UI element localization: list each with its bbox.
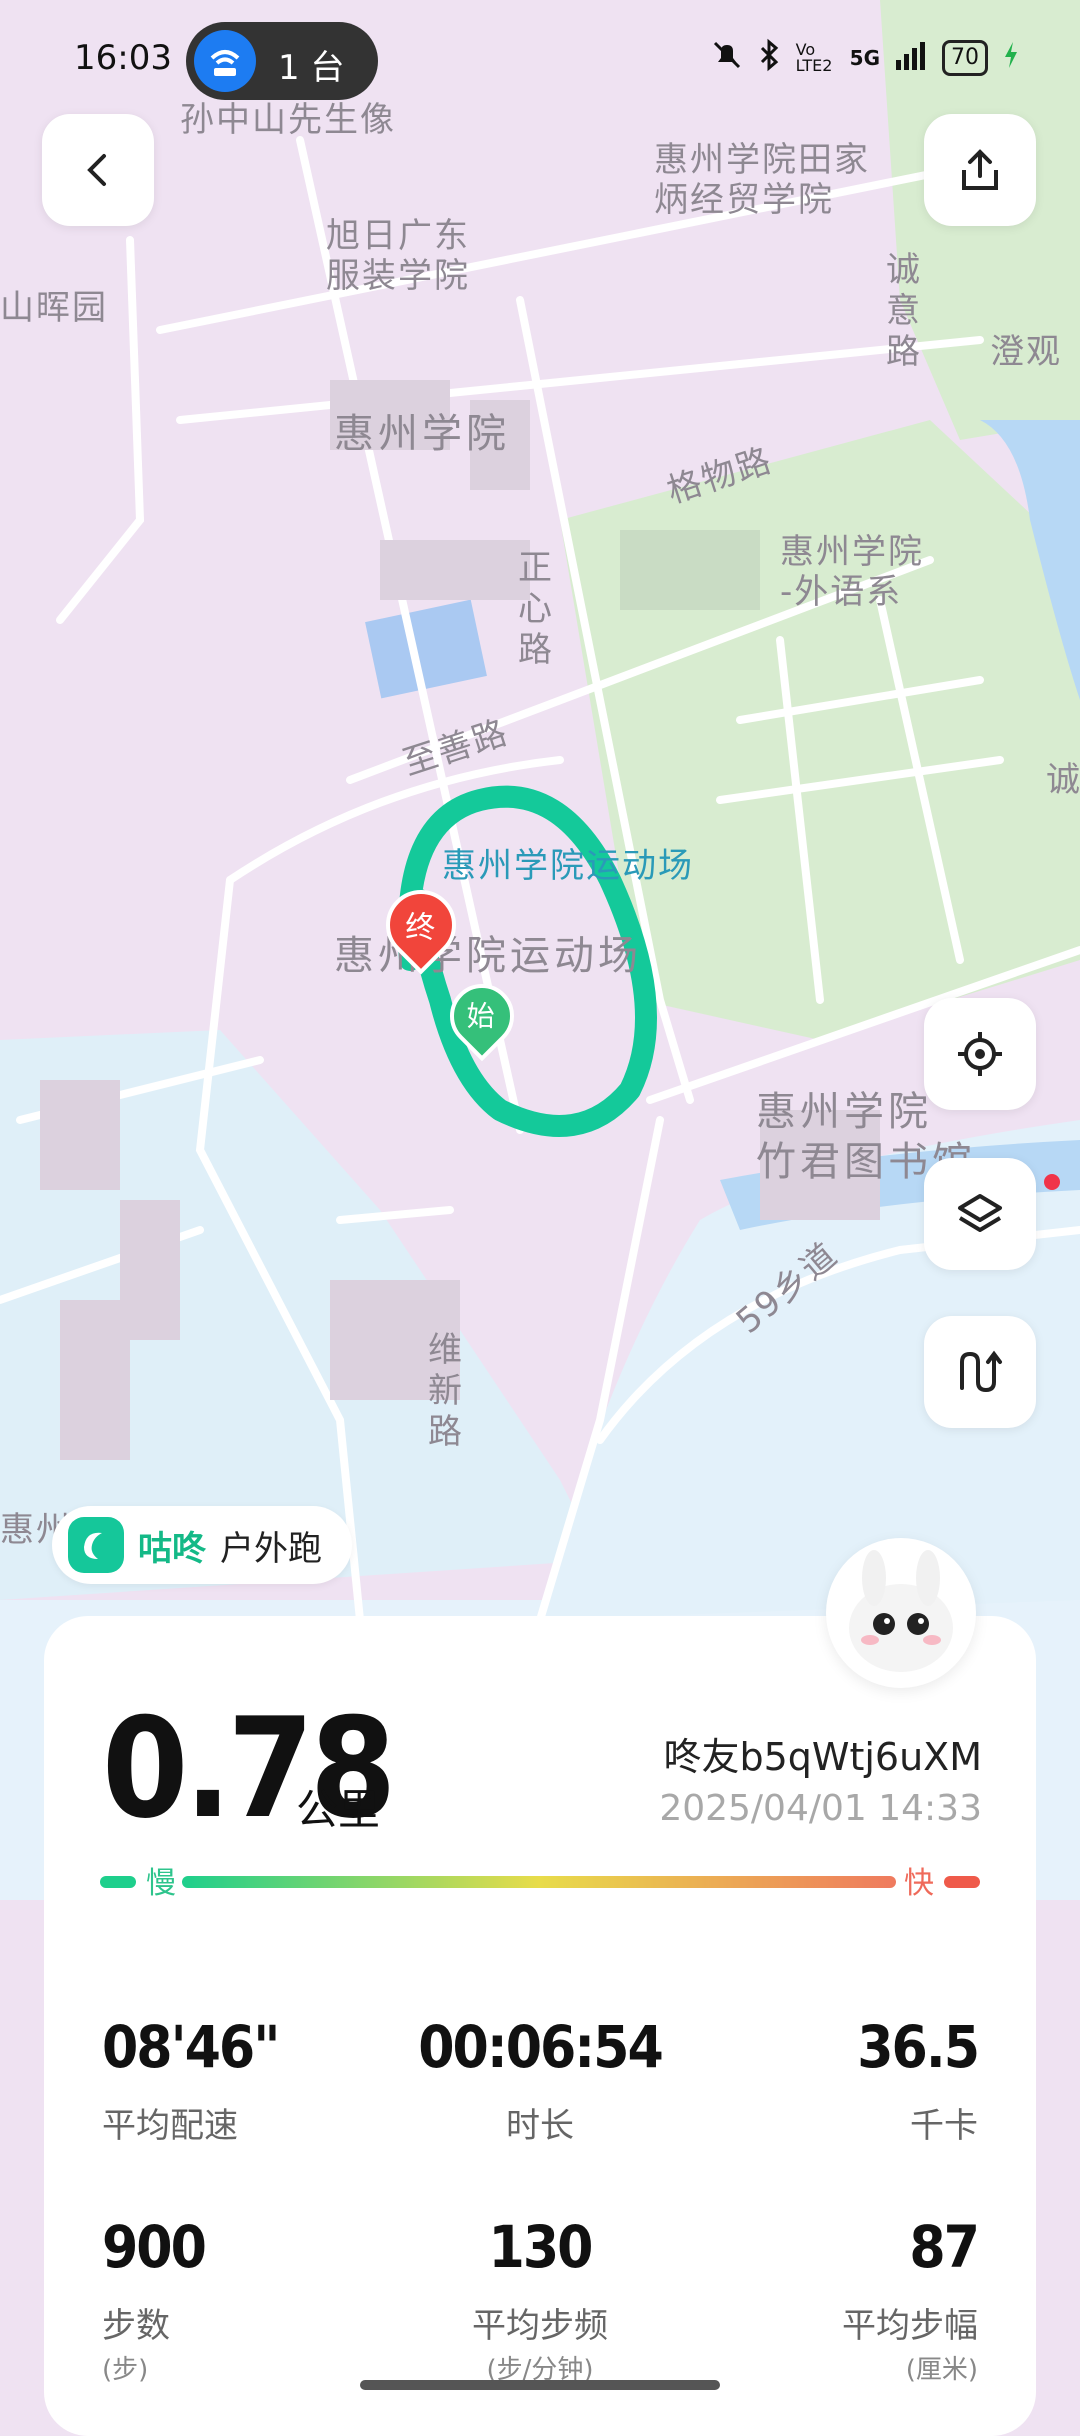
route-wave-icon [960,1350,1002,1393]
stat-duration: 00:06:54 时长 [390,2018,690,2147]
stat-label: 千卡 [910,2106,978,2146]
locate-button[interactable] [924,998,1036,1110]
map-label-weixin-road: 维新路 [428,1330,464,1452]
map-label-cheng-edge: 诚 [1046,760,1080,800]
stat-value: 36.5 [857,2013,980,2081]
stat-stride: 87 平均步幅 (厘米) [678,2213,980,2386]
pace-gradient-bar [182,1876,896,1888]
stat-label: 时长 [506,2106,574,2146]
signal-icon [894,40,928,77]
hotspot-count: 1 台 [278,48,345,88]
map-label-chengyi-road: 诚意路 [886,250,922,372]
end-marker-label: 终 [405,910,436,946]
map-label-zhengxin-road: 正心路 [518,548,554,670]
stat-value: 130 [488,2213,594,2281]
back-button[interactable] [42,114,154,226]
battery-level: 70 [942,40,988,76]
volte-indicator: Vo LTE2 [795,40,833,75]
map-label-waiyu-2: -外语系 [780,572,903,612]
map-label-waiyu: 惠州学院 [780,532,924,572]
stat-label: 平均步幅 [842,2306,978,2346]
share-button[interactable] [924,114,1036,226]
app-brand: 咕咚 [138,1528,206,1569]
stat-value: 08'46" [102,2013,280,2081]
codoon-logo-icon [68,1517,124,1573]
workout-mode: 户外跑 [220,1528,322,1569]
stat-unit: (厘米) [905,2355,978,2385]
hotspot-icon [194,30,256,92]
stat-value: 87 [909,2213,980,2281]
stat-steps: 900 步数 (步) [102,2218,402,2386]
layers-icon [958,1194,1002,1232]
status-time: 16:03 [74,38,172,78]
locate-icon [958,1032,1002,1076]
app-badge: 咕咚 户外跑 [52,1506,352,1584]
network-indicator: 5G [849,46,880,70]
pace-slow-label: 慢 [146,1866,176,1901]
charging-icon [1002,40,1020,77]
hotspot-pill[interactable]: 1 台 [186,22,378,100]
map-label-stadium-area: 惠州学院运动场 [334,933,642,979]
stat-label: 步数 [102,2306,170,2346]
map-label-huizhou-univ: 惠州学院 [334,411,510,457]
stat-value: 900 [102,2213,207,2281]
summary-card: 0.78 公里 咚友b5qWtj6uXM 2025/04/01 14:33 慢 … [44,1616,1036,2436]
stat-avg-pace: 08'46" 平均配速 [102,2018,402,2147]
share-icon [962,149,998,190]
username: 咚友b5qWtj6uXM [663,1735,982,1779]
map-label-stadium-poi: 惠州学院运动场 [442,846,694,886]
mute-icon [710,38,744,79]
chevron-left-icon [87,154,106,186]
map-label-tianjia: 惠州学院田家 [654,140,870,180]
stat-value: 00:06:54 [418,2013,664,2081]
status-bar: 16:03 1 台 Vo LTE2 5G 70 [0,0,1080,120]
pace-fast-label: 快 [904,1866,934,1901]
home-indicator[interactable] [360,2380,720,2390]
bluetooth-icon [758,38,782,79]
map-label-library: 惠州学院 [756,1089,932,1135]
pace-bar-fast-cap [944,1876,980,1888]
stat-label: 平均配速 [102,2106,238,2146]
map-label-tianjia-2: 炳经贸学院 [654,180,834,220]
distance-unit: 公里 [296,1785,381,1834]
mascot-avatar[interactable] [826,1538,976,1688]
notification-dot [1044,1174,1060,1190]
stat-unit: (步) [102,2355,149,2385]
map-label-xuri: 旭日广东 [326,216,470,256]
route-style-button[interactable] [924,1316,1036,1428]
workout-datetime: 2025/04/01 14:33 [659,1788,982,1829]
start-marker-label: 始 [466,999,495,1033]
map-label-shanhui: 山晖园 [0,288,108,328]
map-label-chengguan: 澄观 [990,332,1062,372]
pace-bar-slow-cap [100,1876,136,1888]
map-label-xuri-2: 服装学院 [326,256,470,296]
stat-label: 平均步频 [472,2306,608,2346]
stat-cadence: 130 平均步频 (步/分钟) [390,2218,690,2386]
stat-calories: 36.5 千卡 [678,2013,980,2147]
layers-button[interactable] [924,1158,1060,1270]
